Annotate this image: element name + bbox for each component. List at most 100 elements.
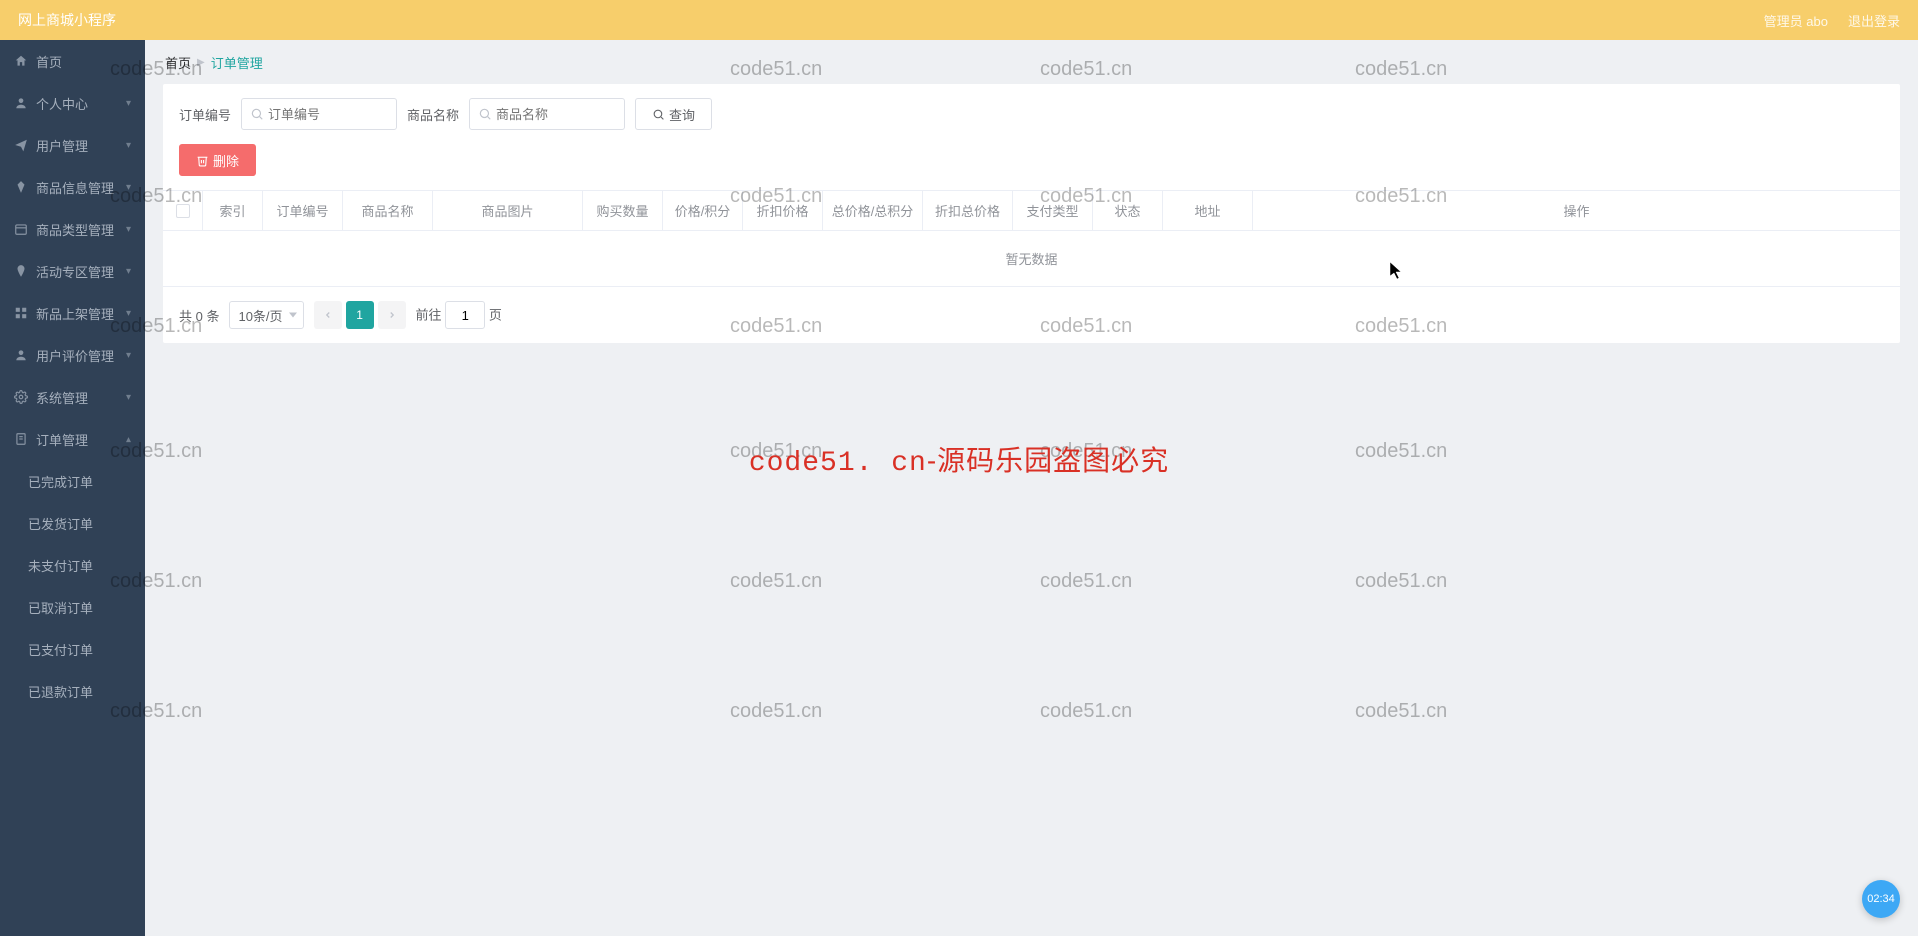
main-content: 首页 ▶ 订单管理 订单编号 商品名称: [145, 40, 1918, 936]
sidebar-item-label: 系统管理: [36, 388, 88, 407]
sidebar-sub-item-9-5[interactable]: 已退款订单: [0, 670, 145, 712]
table-column-4: 购买数量: [583, 191, 663, 230]
top-header: 网上商城小程序 管理员 abo 退出登录: [0, 0, 1918, 40]
chevron-right-icon: ▶: [197, 57, 205, 68]
trash-icon: [196, 154, 209, 167]
table-header: 索引订单编号商品名称商品图片购买数量价格/积分折扣价格总价格/总积分折扣总价格支…: [163, 191, 1900, 231]
actions-row: 删除: [163, 130, 1900, 190]
breadcrumb-home[interactable]: 首页: [165, 53, 191, 72]
sidebar-item-2[interactable]: 用户管理 ▾: [0, 124, 145, 166]
chevron-down-icon: ▾: [126, 98, 131, 109]
breadcrumb: 首页 ▶ 订单管理: [145, 40, 1900, 84]
table-column-10: 状态: [1093, 191, 1163, 230]
grid-icon: [14, 306, 28, 320]
goto-wrap: 前往 页: [416, 301, 502, 329]
sidebar-item-1[interactable]: 个人中心 ▾: [0, 82, 145, 124]
pin-icon: [14, 264, 28, 278]
search-icon: [478, 107, 492, 121]
product-name-input-wrap: [469, 98, 625, 130]
sidebar-item-3[interactable]: 商品信息管理▾: [0, 166, 145, 208]
table-column-2: 商品名称: [343, 191, 433, 230]
chevron-down-icon: ▾: [126, 140, 131, 151]
sidebar-sub-item-9-0[interactable]: 已完成订单: [0, 460, 145, 502]
sidebar-item-8[interactable]: 系统管理 ▾: [0, 376, 145, 418]
filter-bar: 订单编号 商品名称: [163, 84, 1900, 130]
logout-link[interactable]: 退出登录: [1848, 11, 1900, 30]
table-column-11: 地址: [1163, 191, 1253, 230]
search-button[interactable]: 查询: [635, 98, 712, 130]
order-no-input[interactable]: [268, 107, 388, 122]
data-table: 索引订单编号商品名称商品图片购买数量价格/积分折扣价格总价格/总积分折扣总价格支…: [163, 190, 1900, 287]
chevron-down-icon: ▾: [126, 434, 131, 445]
select-all-checkbox[interactable]: [176, 204, 190, 218]
sidebar-item-label: 个人中心: [36, 94, 88, 113]
content-panel: 订单编号 商品名称: [163, 84, 1900, 343]
page-size-value: 10条/页: [238, 306, 282, 325]
sidebar-item-6[interactable]: 新品上架管理 ▾: [0, 292, 145, 334]
chevron-down-icon: ▾: [126, 392, 131, 403]
body: 首页个人中心▾用户管理▾商品信息管理▾商品类型管理▾活动专区管理▾新品上架管理▾…: [0, 40, 1918, 936]
order-no-label: 订单编号: [179, 105, 231, 124]
doc-icon: [14, 432, 28, 446]
table-column-1: 订单编号: [263, 191, 343, 230]
goto-prefix: 前往: [416, 308, 442, 323]
sidebar-item-label: 商品类型管理: [36, 220, 114, 239]
sidebar-item-9[interactable]: 订单管理 ▾: [0, 418, 145, 460]
recording-badge[interactable]: 02:34: [1862, 880, 1900, 918]
select-all-cell: [163, 191, 203, 230]
table-column-12: 操作: [1253, 191, 1900, 230]
sidebar-item-4[interactable]: 商品类型管理 ▾: [0, 208, 145, 250]
sidebar: 首页个人中心▾用户管理▾商品信息管理▾商品类型管理▾活动专区管理▾新品上架管理▾…: [0, 40, 145, 936]
sidebar-sub-item-9-3[interactable]: 已取消订单: [0, 586, 145, 628]
app-title: 网上商城小程序: [18, 10, 116, 30]
sidebar-item-label: 用户管理: [36, 136, 88, 155]
sidebar-sub-item-9-1[interactable]: 已发货订单: [0, 502, 145, 544]
sidebar-item-label: 活动专区管理: [36, 262, 114, 281]
home-icon: [14, 54, 28, 68]
search-icon: [652, 108, 665, 121]
search-icon: [250, 107, 264, 121]
page-1-button[interactable]: 1: [346, 301, 374, 329]
plane-icon: [14, 138, 28, 152]
next-page-button[interactable]: [378, 301, 406, 329]
pager: 1: [314, 301, 406, 329]
table-column-5: 价格/积分: [663, 191, 743, 230]
delete-button-label: 删除: [213, 151, 239, 170]
table-empty: 暂无数据: [163, 231, 1900, 287]
admin-link[interactable]: 管理员 abo: [1764, 11, 1828, 30]
page-size-select[interactable]: 10条/页: [229, 301, 303, 329]
sidebar-item-label: 商品信息管理: [36, 178, 114, 197]
header-right: 管理员 abo 退出登录: [1764, 11, 1900, 30]
table-column-8: 折扣总价格: [923, 191, 1013, 230]
calendar-icon: [14, 222, 28, 236]
sidebar-item-label: 订单管理: [36, 430, 88, 449]
user-icon: [14, 96, 28, 110]
prev-page-button[interactable]: [314, 301, 342, 329]
app-root: 网上商城小程序 管理员 abo 退出登录 首页个人中心▾用户管理▾商品信息管理▾…: [0, 0, 1918, 936]
sidebar-item-label: 用户评价管理: [36, 346, 114, 365]
sidebar-sub-item-9-2[interactable]: 未支付订单: [0, 544, 145, 586]
table-column-7: 总价格/总积分: [823, 191, 923, 230]
goto-input[interactable]: [445, 301, 485, 329]
sidebar-item-7[interactable]: 用户评价管理 ▾: [0, 334, 145, 376]
diamond-icon: [14, 180, 28, 194]
pagination: 共 0 条 10条/页 1 前往: [163, 287, 1900, 343]
product-name-input[interactable]: [496, 107, 616, 122]
table-column-0: 索引: [203, 191, 263, 230]
gear-icon: [14, 390, 28, 404]
chevron-down-icon: ▾: [126, 266, 131, 277]
table-column-3: 商品图片: [433, 191, 583, 230]
sidebar-item-5[interactable]: 活动专区管理 ▾: [0, 250, 145, 292]
sidebar-item-0[interactable]: 首页: [0, 40, 145, 82]
delete-button[interactable]: 删除: [179, 144, 256, 176]
sidebar-item-label: 首页: [36, 52, 62, 71]
breadcrumb-current[interactable]: 订单管理: [211, 53, 263, 72]
chevron-down-icon: ▾: [126, 350, 131, 361]
user-icon: [14, 348, 28, 362]
chevron-down-icon: ▾: [126, 308, 131, 319]
chevron-down-icon: ▾: [126, 224, 131, 235]
pagination-total: 共 0 条: [179, 306, 219, 325]
goto-suffix: 页: [489, 308, 502, 323]
sidebar-sub-item-9-4[interactable]: 已支付订单: [0, 628, 145, 670]
sidebar-item-label: 新品上架管理: [36, 304, 114, 323]
